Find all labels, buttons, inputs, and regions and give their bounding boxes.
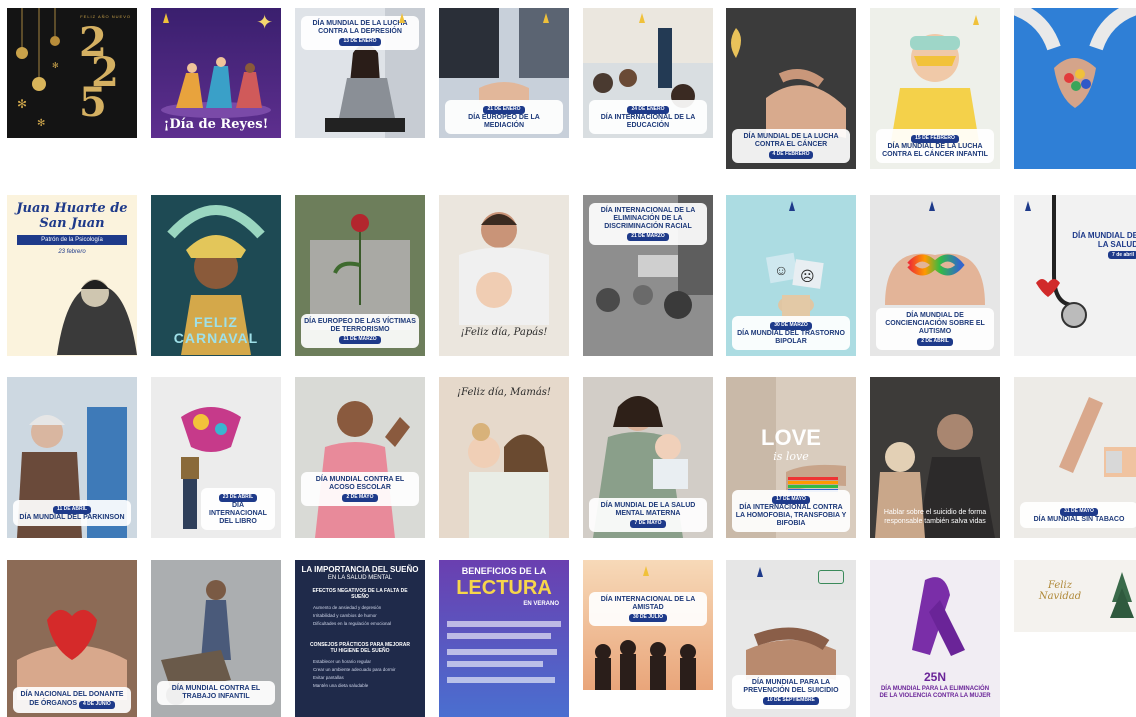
amistad-caption: DÍA INTERNACIONAL DE LA AMISTAD 30 de jul…	[589, 592, 707, 626]
sin-tabaco-caption: 31 de mayo DÍA MUNDIAL SIN TABACO	[1020, 502, 1136, 528]
trabajo-infantil-caption: Día Mundial Contra el TRABAJO INFANTIL	[157, 680, 275, 705]
brand-logo-icon	[640, 565, 652, 577]
post-tile-trabajo-infantil[interactable]: Día Mundial Contra el TRABAJO INFANTIL	[151, 560, 281, 717]
brand-logo-icon	[970, 14, 982, 26]
post-tile-acoso-escolar[interactable]: DÍA MUNDIAL CONTRA EL ACOSO ESCOLAR 2 de …	[295, 377, 425, 538]
huarte-subtitle: Patrón de la Psicología	[17, 235, 127, 245]
svg-text:✻: ✻	[37, 118, 45, 129]
svg-text:✻: ✻	[17, 97, 27, 111]
homofobia-caption: 17 de mayo DÍA INTERNACIONAL CONTRA LA HO…	[732, 490, 850, 532]
post-tile-carnaval[interactable]: FELIZ CARNAVAL	[151, 195, 281, 356]
post-tile-dia-padre[interactable]: ¡Feliz día, Papás!	[439, 195, 569, 356]
terrorismo-caption: DÍA EUROPEO DE LAS VÍCTIMAS DE TERRORISM…	[301, 314, 419, 348]
lectura-heading: BENEFICIOS DE LA	[461, 566, 547, 576]
post-tile-new-year[interactable]: ✻ ✻ ✻ FELIZ AÑO NUEVO 2 2 5	[7, 8, 137, 138]
brand-logo-icon	[754, 566, 766, 578]
svg-text:☹: ☹	[800, 268, 815, 284]
post-tile-reyes[interactable]: ✦ ¡Día de Reyes!	[151, 8, 281, 138]
huarte-title: Juan Huarte de San Juan	[16, 201, 128, 231]
materna-caption: DÍA MUNDIAL DE LA SALUD MENTAL MATERNA 7 …	[589, 498, 707, 532]
post-tile-navidad[interactable]: Feliz Navidad	[1014, 560, 1136, 632]
reyes-caption: ¡Día de Reyes!	[163, 117, 269, 132]
acoso-caption: DÍA MUNDIAL CONTRA EL ACOSO ESCOLAR 2 de …	[301, 472, 419, 506]
post-tile-cancer[interactable]: DÍA MUNDIAL de la Lucha Contra el CÁNCER…	[726, 8, 856, 169]
sueno-h3: CONSEJOS PRÁCTICOS PARA MEJORAR TU HIGIE…	[309, 642, 410, 654]
post-tile-prevencion-suicidio[interactable]: DÍA MUNDIAL PARA LA PREVENCIÓN DEL SUICI…	[726, 560, 856, 717]
sueno-list-2: Establecer un horario regular Crear un am…	[313, 659, 396, 688]
post-tile-dia-madre[interactable]: ¡Feliz día, Mamás!	[439, 377, 569, 538]
brand-logo-icon	[786, 200, 798, 212]
carnaval-caption: FELIZ CARNAVAL	[173, 314, 259, 346]
post-tile-autism-hands[interactable]	[1014, 8, 1136, 169]
post-tile-sin-tabaco[interactable]: 31 de mayo DÍA MUNDIAL SIN TABACO	[1014, 377, 1136, 538]
bipolar-caption: 30 de marzo DÍA MUNDIAL DEL TRASTORNO BIP…	[732, 316, 850, 350]
lectura-sub: EN VERANO	[523, 601, 559, 607]
brand-logo-icon	[160, 12, 172, 24]
year-digit-3: 5	[79, 79, 107, 126]
sueno-heading: LA IMPORTANCIA DEL SUEÑO	[301, 565, 419, 574]
sueno-list-1: Aumento de ansiedad y depresión Irritabil…	[313, 605, 392, 626]
brand-logo-icon	[540, 12, 552, 24]
post-tile-salud-materna[interactable]: DÍA MUNDIAL DE LA SALUD MENTAL MATERNA 7 …	[583, 377, 713, 538]
post-tile-huarte[interactable]: Juan Huarte de San Juan Patrón de la Psi…	[7, 195, 137, 356]
mediacion-caption: 21 de enero DÍA EUROPEO DE LA MEDIACIÓN	[445, 100, 563, 134]
brand-logo-icon	[926, 200, 938, 212]
suicidio-hablar-caption: Hablar sobre el suicidio de forma respon…	[883, 509, 987, 525]
post-tile-lectura[interactable]: BENEFICIOS DE LA LECTURA EN VERANO	[439, 560, 569, 717]
post-tile-bipolar[interactable]: ☺ ☹ 30 de marzo DÍA MUNDIAL DEL TRASTORNO…	[726, 195, 856, 356]
organos-caption: Día Nacional del Donante de ÓRGANOS 4 de…	[13, 687, 131, 713]
post-tile-organos[interactable]: Día Nacional del Donante de ÓRGANOS 4 de…	[7, 560, 137, 717]
brand-logo-icon	[1022, 200, 1034, 212]
love-big: LOVE	[761, 425, 821, 450]
autismo-caption: DÍA MUNDIAL DE CONCIENCIACIÓN SOBRE EL A…	[876, 308, 994, 350]
discriminacion-caption: DÍA INTERNACIONAL DE LA ELIMINACIÓN DE L…	[589, 203, 707, 245]
post-tile-suicidio-hablar[interactable]: Hablar sobre el suicidio de forma respon…	[870, 377, 1000, 538]
post-tile-sueno[interactable]: LA IMPORTANCIA DEL SUEÑO EN LA SALUD MEN…	[295, 560, 425, 717]
partner-badge	[818, 570, 844, 584]
post-tile-homofobia[interactable]: LOVE is love 17 de mayo DÍA INTERNACIONAL…	[726, 377, 856, 538]
post-tile-discriminacion[interactable]: DÍA INTERNACIONAL DE LA ELIMINACIÓN DE L…	[583, 195, 713, 356]
parkinson-caption: 11 de abril DÍA MUNDIAL DEL PARKINSON	[13, 500, 131, 526]
post-tile-cancer-infantil[interactable]: 15 de febrero DÍA MUNDIAL DE LA LUCHA CON…	[870, 8, 1000, 169]
salud-caption: DÍA MUNDIAL DE LA SALUD 7 de abril	[1072, 231, 1136, 259]
cancer-caption: DÍA MUNDIAL de la Lucha Contra el CÁNCER…	[732, 129, 850, 163]
educacion-caption: 24 de enero DÍA INTERNACIONAL DE LA educa…	[589, 100, 707, 134]
padre-caption: ¡Feliz día, Papás!	[460, 327, 548, 338]
lectura-big: LECTURA	[456, 577, 552, 599]
post-tile-depresion[interactable]: DÍA MUNDIAL DE LA LUCHA CONTRA LA DEPRES…	[295, 8, 425, 138]
post-tile-parkinson[interactable]: 11 de abril DÍA MUNDIAL DEL PARKINSON	[7, 377, 137, 538]
svg-text:☺: ☺	[774, 262, 788, 278]
sueno-h2: EFECTOS NEGATIVOS DE LA FALTA DE SUEÑO	[312, 588, 408, 600]
brand-logo-icon	[636, 12, 648, 24]
libro-caption: 23 de abril DÍA INTERNACIONAL DEL libro	[201, 488, 275, 530]
25n-big: 25N	[923, 670, 946, 684]
madre-caption: ¡Feliz día, Mamás!	[457, 387, 551, 398]
portrait-engraving	[7, 255, 137, 356]
post-tile-amistad[interactable]: DÍA INTERNACIONAL DE LA AMISTAD 30 de jul…	[583, 560, 713, 690]
cancer-infantil-caption: 15 de febrero DÍA MUNDIAL DE LA LUCHA CON…	[876, 129, 994, 163]
post-tile-25n[interactable]: 25N DÍA MUNDIAL PARA LA ELIMINACIÓN DE L…	[870, 560, 1000, 717]
post-tile-salud[interactable]: DÍA MUNDIAL DE LA SALUD 7 de abril	[1014, 195, 1136, 356]
sueno-sub: EN LA SALUD MENTAL	[327, 575, 393, 581]
post-tile-autismo[interactable]: DÍA MUNDIAL DE CONCIENCIACIÓN SOBRE EL A…	[870, 195, 1000, 356]
svg-text:✻: ✻	[52, 61, 59, 70]
christmas-tree-icon	[1014, 560, 1136, 632]
post-tile-terrorismo[interactable]: DÍA EUROPEO DE LAS VÍCTIMAS DE TERRORISM…	[295, 195, 425, 356]
post-tile-mediacion[interactable]: 21 de enero DÍA EUROPEO DE LA MEDIACIÓN	[439, 8, 569, 138]
love-small: is love	[773, 450, 809, 463]
post-tile-libro[interactable]: 23 de abril DÍA INTERNACIONAL DEL libro	[151, 377, 281, 538]
25n-caption: DÍA MUNDIAL PARA LA ELIMINACIÓN DE LA VI…	[879, 686, 991, 700]
brand-logo-icon	[396, 12, 408, 24]
post-tile-educacion[interactable]: 24 de enero DÍA INTERNACIONAL DE LA educa…	[583, 8, 713, 138]
prevencion-suicidio-caption: DÍA MUNDIAL PARA LA PREVENCIÓN DEL SUICI…	[732, 675, 850, 709]
